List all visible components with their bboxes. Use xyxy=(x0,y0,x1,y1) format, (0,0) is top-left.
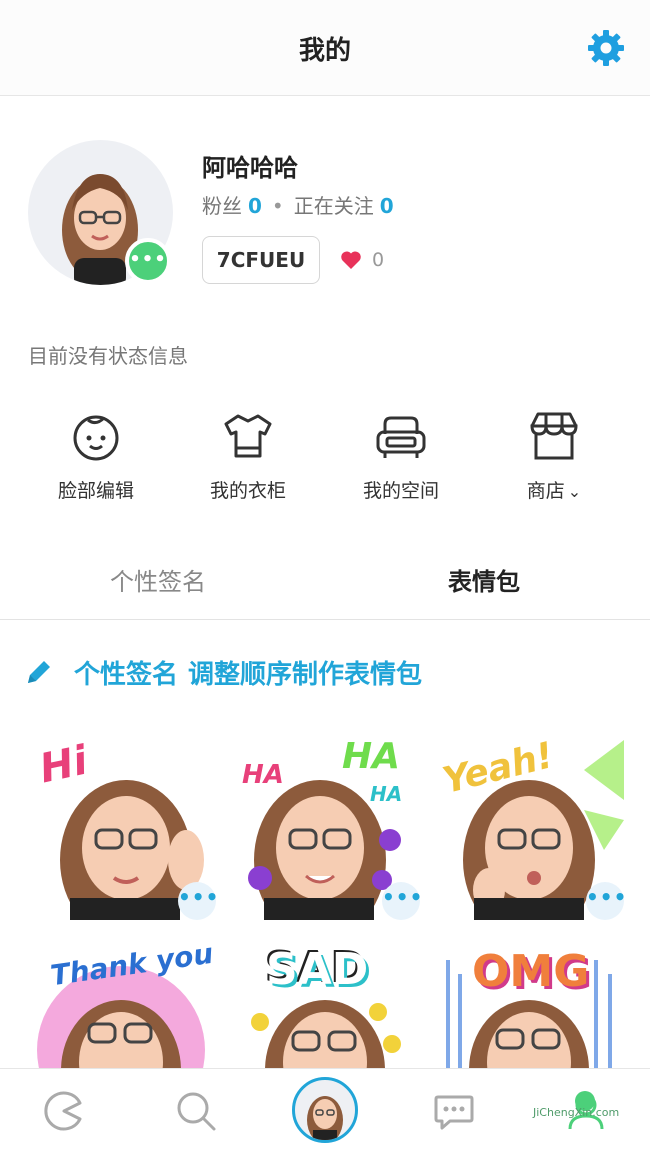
action-label: 我的衣柜 xyxy=(209,480,286,502)
nav-avatar[interactable] xyxy=(292,1077,358,1143)
store-label: 商店 xyxy=(526,480,565,502)
pacman-icon xyxy=(44,1091,82,1131)
tab-signature[interactable]: 个性签名 xyxy=(110,562,206,597)
likes-count: 0 xyxy=(372,249,385,271)
more-icon[interactable]: ••• xyxy=(178,882,216,920)
action-label: 我的空间 xyxy=(362,480,439,502)
followers-label[interactable]: 粉丝 xyxy=(202,194,242,218)
sticker-word: HA xyxy=(370,782,403,806)
action-label: 商店 ⌄ xyxy=(484,476,624,503)
page-title: 我的 xyxy=(298,36,351,66)
store-icon xyxy=(530,412,578,460)
stats-separator: • xyxy=(271,194,284,218)
face-icon xyxy=(73,415,119,461)
sticker-word: HA xyxy=(242,760,284,790)
user-code-chip[interactable]: 7CFUEU xyxy=(202,236,320,284)
action-face-edit[interactable]: 脸部编辑 xyxy=(26,400,166,510)
gear-icon[interactable] xyxy=(586,28,626,68)
signature-link[interactable]: 个性签名 xyxy=(74,660,178,690)
sticker-item[interactable]: OMG xyxy=(434,940,624,1068)
avatar-illustration xyxy=(307,1096,343,1140)
watermark: JiChengXin.com xyxy=(533,1106,620,1119)
nav-search[interactable] xyxy=(146,1069,246,1156)
avatar-status-badge[interactable]: ••• xyxy=(125,238,171,284)
more-icon[interactable]: ••• xyxy=(382,882,420,920)
sticker-word: Hi xyxy=(35,737,92,793)
more-icon[interactable]: ••• xyxy=(586,882,624,920)
more-icon: ••• xyxy=(129,249,167,270)
following-label[interactable]: 正在关注 xyxy=(294,194,374,218)
chevron-down-icon: ⌄ xyxy=(567,482,582,501)
sticker-item[interactable]: HA HA HA ••• xyxy=(230,730,420,920)
quick-actions: 脸部编辑 我的衣柜 我的空间 商店 ⌄ xyxy=(0,400,650,510)
nav-messages[interactable] xyxy=(404,1069,504,1156)
search-icon xyxy=(177,1092,216,1131)
chat-icon xyxy=(434,1095,474,1130)
nav-home[interactable] xyxy=(14,1069,114,1156)
top-bar: 我的 xyxy=(0,0,650,96)
action-wardrobe[interactable]: 我的衣柜 xyxy=(178,400,318,510)
shirt-icon xyxy=(224,414,272,458)
heart-icon xyxy=(341,251,361,269)
profile-tabs: 个性签名 表情包 xyxy=(0,550,650,620)
sticker-item[interactable]: Hi ••• xyxy=(26,730,216,920)
reorder-link[interactable]: 调整顺序 xyxy=(188,660,292,690)
likes[interactable]: 0 xyxy=(340,246,384,274)
follow-stats: 粉丝 0 • 正在关注 0 xyxy=(202,190,394,219)
create-sticker-link[interactable]: 制作表情包 xyxy=(292,660,422,690)
sticker-toolbar: 个性签名 调整顺序制作表情包 xyxy=(24,652,422,692)
status-message[interactable]: 目前没有状态信息 xyxy=(28,340,188,369)
sticker-item[interactable]: Yeah! ••• xyxy=(434,730,624,920)
sofa-icon xyxy=(376,416,426,458)
sticker-word: OMG xyxy=(472,946,590,997)
sticker-item[interactable]: Thank you xyxy=(26,940,216,1068)
sticker-word: HA xyxy=(342,736,400,777)
sticker-toolbar-links: 个性签名 调整顺序制作表情包 xyxy=(74,654,422,691)
tab-stickers[interactable]: 表情包 xyxy=(448,562,520,597)
action-my-space[interactable]: 我的空间 xyxy=(331,400,471,510)
username: 阿哈哈哈 xyxy=(202,154,298,182)
pencil-icon xyxy=(28,661,50,683)
sticker-item[interactable]: SAD xyxy=(230,940,420,1068)
action-label: 脸部编辑 xyxy=(57,480,134,502)
action-store[interactable]: 商店 ⌄ xyxy=(484,400,624,510)
followers-count[interactable]: 0 xyxy=(248,194,262,218)
sticker-word: SAD xyxy=(266,944,369,995)
following-count[interactable]: 0 xyxy=(380,194,394,218)
